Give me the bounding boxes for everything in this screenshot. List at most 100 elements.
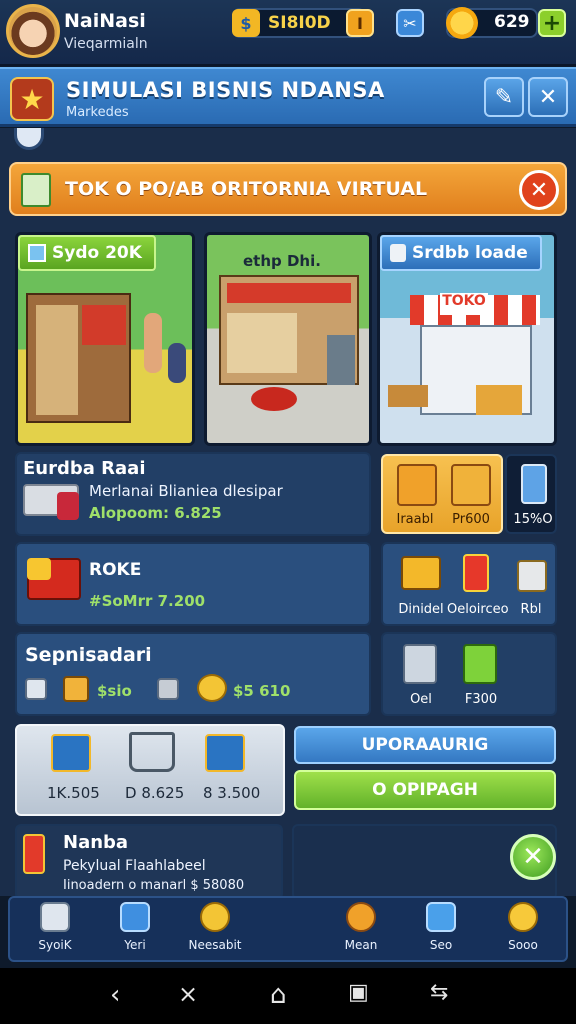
confirm-button[interactable]: ✕ [510,834,556,880]
tools-icon [346,902,376,932]
roke-side-item-1: Dinidel [398,602,444,617]
nav-item-3[interactable]: Neesabit [180,902,250,960]
gem-value: 629 [494,12,530,32]
nav-item-2[interactable]: Yeri [100,902,170,960]
register-block [57,492,79,520]
cash-value: SI8I0D [268,13,331,33]
player-name: NaiNasi [64,10,146,32]
product-box-icon-2 [451,464,491,506]
add-currency-button[interactable]: + [538,9,566,37]
shop-label-3: Srdbb loade [380,235,542,271]
nanba-line-1: Pekylual Flaahlabeel [63,858,206,874]
register-small-icon [25,678,47,700]
gem-counter: 629 [446,7,538,39]
green-action-button[interactable]: O OPIPAGH [294,770,556,810]
roke-side-item-3: Rbl [520,602,542,617]
roke-panel[interactable]: ROKE #SoMrr 7.200 [15,542,371,626]
close-button[interactable]: ✕ [528,77,568,117]
page-title: SIMULASI BISNIS NDANSA [66,78,385,102]
sepnis-side-item-2: F300 [464,692,498,707]
nav-item-5[interactable]: Seo [406,902,476,960]
cash-badge[interactable]: I [346,9,374,37]
money-icon: $ [232,9,260,37]
notice-close-button[interactable]: ✕ [519,170,559,210]
recycle-bin-icon [463,644,497,684]
extinguisher-icon [23,834,45,874]
app-switch-icon[interactable]: ⨯ [178,980,198,1008]
shelf-icon [51,734,91,772]
sepnis-panel[interactable]: Sepnisadari $sio $5 610 [15,632,371,716]
notice-text: TOK O PO/AB ORITORNIA VIRTUAL [65,178,428,200]
ranking-value: Alopoom: 6.825 [89,504,222,522]
jar-icon [517,560,547,592]
fridge-icon [521,464,547,504]
sepnis-side-item-1: Oel [410,692,432,707]
player-avatar[interactable] [6,4,60,58]
crate-icon [401,556,441,590]
nav-item-6[interactable]: Sooo [488,902,558,960]
shop-card-1[interactable]: Sydo 20K [15,232,195,446]
upgrade-button[interactable]: UPORAAURIG [294,726,556,764]
stock-side-label: 15%O [513,512,553,527]
page-subtitle: Markedes [66,105,129,120]
shop-card-2[interactable]: ethp Dhi. [204,232,372,446]
truck-cab [27,558,51,580]
title-banner: ★ SIMULASI BISNIS NDANSA Markedes ✎ ✕ [0,67,576,127]
pencil-icon: ✎ [494,84,514,110]
product-box-icon [397,464,437,506]
system-navigation-bar: ‹ ⨯ ⌂ ▣ ⇆ [0,968,576,1024]
star-icon: ★ [10,77,54,121]
shop-label-1: Sydo 20K [18,235,156,271]
home-icon[interactable]: ⌂ [270,980,287,1010]
roke-title: ROKE [89,560,142,580]
sepnis-side-panel[interactable]: Oel F300 [381,632,557,716]
back-icon[interactable]: ‹ [110,980,120,1010]
shelf-icon-2 [205,734,245,772]
ranking-title: Eurdba Raai [23,458,146,479]
edit-button[interactable]: ✎ [484,77,524,117]
nanba-title: Nanba [63,832,129,853]
screenshot-icon[interactable]: ▣ [348,980,369,1005]
nav-item-4[interactable]: Mean [326,902,396,960]
top-status-bar: NaiNasi Vieqarmialn $ SI8I0D I ✂ 629 + [0,0,576,66]
trash-bin-icon [403,644,437,684]
box-blue-icon [426,902,456,932]
ranking-desc: Merlanai Blianiea dlesipar [89,482,283,500]
roke-side-item-2: Oeloirceo [447,602,509,617]
recent-apps-icon[interactable]: ⇆ [430,980,448,1005]
warehouse-icon [40,902,70,932]
safe-icon [157,678,179,700]
nanba-line-2: Iinoadern o manarl $ 58080 [63,878,245,893]
sepnis-value-2: $5 610 [233,682,291,700]
nav-item-1[interactable]: SyoiK [20,902,90,960]
sepnis-value-1: $sio [97,682,132,700]
box-icon [28,244,46,262]
bottom-navigation: SyoiK Yeri Neesabit Mean Seo Sooo [8,896,568,962]
nanba-panel[interactable]: Nanba Pekylual Flaahlabeel Iinoadern o m… [15,824,283,900]
cart-price-3: 8 3.500 [203,784,261,802]
document-icon [21,173,51,207]
cube-icon [120,902,150,932]
bottle-icon [463,554,489,592]
settings-gear-icon[interactable] [14,128,44,150]
roke-value: #SoMrr 7.200 [89,592,206,610]
cart-price-2: D 8.625 [125,784,185,802]
shop-label-2: ethp Dhi. [243,252,321,270]
shop-card-3[interactable]: TOKO Srdbb loade [377,232,557,446]
coin-stack-icon [200,902,230,932]
player-subtitle: Vieqarmialn [64,36,148,52]
box-small-icon [63,676,89,702]
can-icon [390,244,406,262]
sepnis-title: Sepnisadari [25,644,152,666]
cart-price-1: 1K.505 [47,784,100,802]
cart-panel[interactable]: 1K.505 D 8.625 8 3.500 [15,724,285,816]
stock-cards-panel[interactable]: Iraabl Pr600 [381,454,503,534]
gold-coins-icon [508,902,538,932]
main-content: TOK O PO/AB ORITORNIA VIRTUAL ✕ Sydo 20K… [0,128,576,900]
stock-side-panel[interactable]: 15%O [505,454,557,534]
roke-side-panel[interactable]: Dinidel Oeloirceo Rbl [381,542,557,626]
tool-icon[interactable]: ✂ [396,9,424,37]
cart-icon [129,732,175,772]
coins-icon [197,674,227,702]
stock-item-2: Pr600 [452,512,490,527]
